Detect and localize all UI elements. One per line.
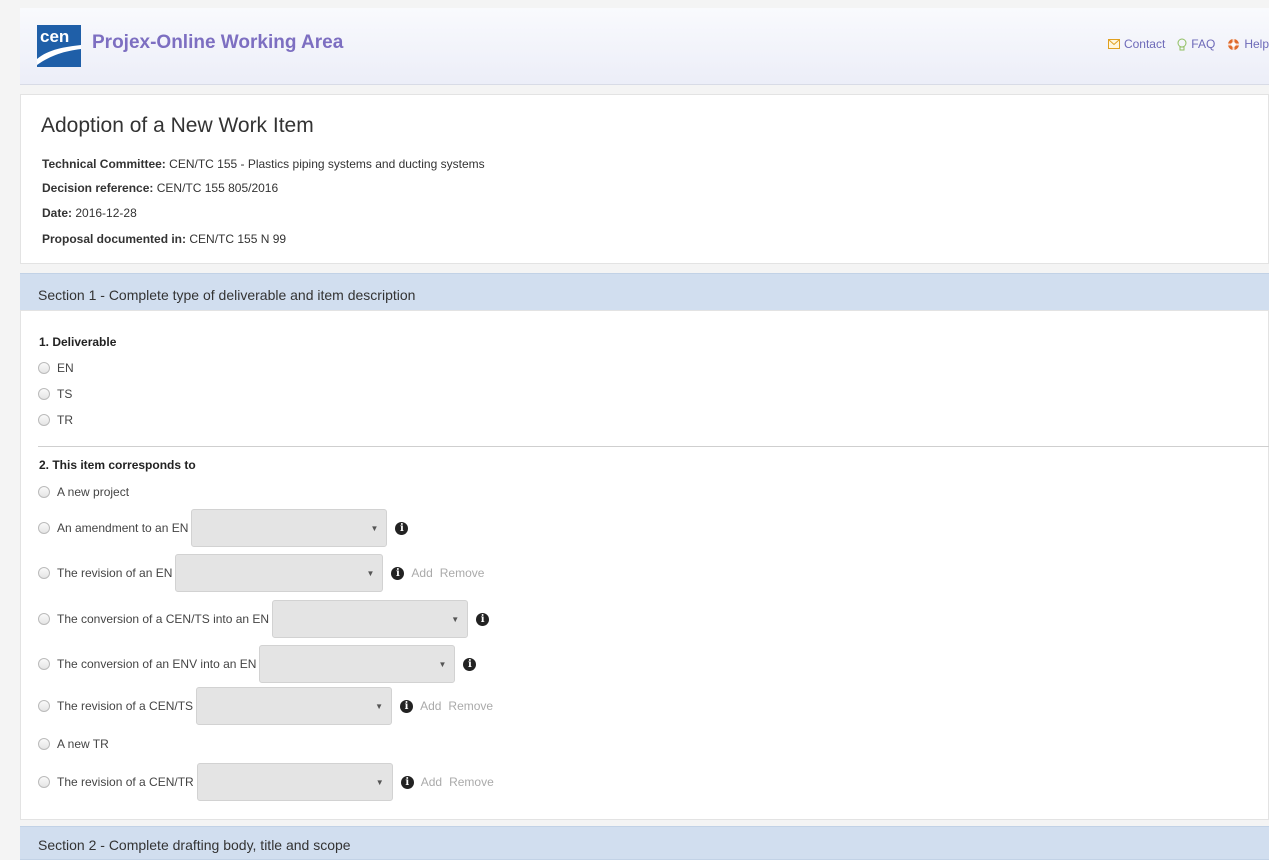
question-deliverable: 1. Deliverable	[39, 335, 117, 349]
top-bar: cen Projex-Online Working Area Contact F…	[20, 8, 1269, 85]
meta-label: Date:	[42, 206, 73, 220]
meta-value: CEN/TC 155 - Plastics piping systems and…	[169, 157, 485, 171]
envelope-icon	[1107, 39, 1120, 49]
meta-value: CEN/TC 155 N 99	[189, 232, 287, 246]
help-link-label: Help	[1244, 37, 1269, 51]
option-label: The revision of an EN	[57, 566, 173, 580]
option-label: TR	[57, 413, 73, 427]
radio-button[interactable]	[38, 776, 50, 788]
radio-button[interactable]	[38, 613, 50, 625]
add-link[interactable]: Add	[420, 699, 441, 713]
caret-down-icon: ▼	[366, 569, 375, 578]
info-icon[interactable]: i	[400, 775, 414, 789]
radio-button[interactable]	[38, 522, 50, 534]
option-label: EN	[57, 361, 74, 375]
option-label: The revision of a CEN/TS	[57, 699, 194, 713]
radio-button[interactable]	[38, 414, 50, 426]
option-label: The conversion of a CEN/TS into an EN	[57, 612, 270, 626]
divider	[38, 446, 1269, 447]
section-1-form: 1. Deliverable EN TS TR 2. This item cor…	[20, 310, 1269, 820]
radio-button[interactable]	[38, 658, 50, 670]
radio-button[interactable]	[38, 388, 50, 400]
revision-cents-select[interactable]: ▼	[196, 687, 393, 725]
conversion-env-select[interactable]: ▼	[259, 645, 456, 683]
info-icon[interactable]: i	[400, 699, 414, 713]
radio-button[interactable]	[38, 700, 50, 712]
option-label: A new project	[57, 485, 130, 499]
radio-button[interactable]	[38, 567, 50, 579]
faq-link[interactable]: FAQ	[1177, 37, 1215, 51]
remove-link[interactable]: Remove	[448, 699, 493, 713]
info-icon[interactable]: i	[463, 657, 477, 671]
radio-button[interactable]	[38, 362, 50, 374]
item-option-revision-centr[interactable]: The revision of a CEN/TR ▼ i Add Remove	[38, 763, 494, 801]
app-title[interactable]: Projex-Online Working Area	[92, 32, 343, 54]
amendment-en-select[interactable]: ▼	[191, 509, 388, 547]
add-link[interactable]: Add	[421, 775, 442, 789]
option-label: TS	[57, 387, 73, 401]
deliverable-option-ts[interactable]: TS	[38, 387, 72, 401]
remove-link[interactable]: Remove	[449, 775, 494, 789]
caret-down-icon: ▼	[438, 660, 447, 669]
meta-technical-committee: Technical Committee: CEN/TC 155 - Plasti…	[42, 157, 485, 171]
item-option-conversion-cents[interactable]: The conversion of a CEN/TS into an EN ▼ …	[38, 600, 490, 638]
contact-link-label: Contact	[1123, 37, 1166, 51]
question-item-corresponds: 2. This item corresponds to	[39, 458, 196, 472]
lifebuoy-icon	[1227, 38, 1240, 51]
radio-button[interactable]	[38, 486, 50, 498]
caret-down-icon: ▼	[370, 524, 379, 533]
help-link[interactable]: Help	[1227, 37, 1269, 51]
item-option-new-tr[interactable]: A new TR	[38, 737, 109, 751]
remove-link[interactable]: Remove	[440, 566, 485, 580]
meta-value: CEN/TC 155 805/2016	[156, 181, 279, 195]
meta-label: Decision reference:	[42, 181, 154, 195]
item-option-new-project[interactable]: A new project	[38, 485, 129, 499]
option-label: The revision of a CEN/TR	[57, 775, 194, 789]
proposal-header-card: Adoption of a New Work Item Technical Co…	[20, 94, 1269, 264]
revision-centr-select[interactable]: ▼	[196, 763, 393, 801]
meta-label: Proposal documented in:	[42, 232, 187, 246]
caret-down-icon: ▼	[375, 778, 384, 787]
item-option-revision-cents[interactable]: The revision of a CEN/TS ▼ i Add Remove	[38, 687, 493, 725]
info-icon[interactable]: i	[395, 521, 409, 535]
meta-value: 2016-12-28	[75, 206, 137, 220]
option-label: An amendment to an EN	[57, 521, 189, 535]
caret-down-icon: ▼	[375, 702, 384, 711]
section-2-header[interactable]: Section 2 - Complete drafting body, titl…	[20, 826, 1269, 860]
meta-label: Technical Committee:	[42, 157, 166, 171]
conversion-cents-select[interactable]: ▼	[272, 600, 469, 638]
option-label: The conversion of an ENV into an EN	[57, 657, 257, 671]
cen-logo-icon[interactable]: cen	[37, 25, 81, 67]
info-icon[interactable]: i	[476, 612, 490, 626]
svg-text:cen: cen	[40, 27, 69, 46]
item-option-amendment-en[interactable]: An amendment to an EN ▼ i	[38, 509, 409, 547]
radio-button[interactable]	[38, 738, 50, 750]
add-link[interactable]: Add	[411, 566, 432, 580]
contact-link[interactable]: Contact	[1107, 37, 1166, 51]
item-option-revision-en[interactable]: The revision of an EN ▼ i Add Remove	[38, 554, 484, 592]
page-title: Adoption of a New Work Item	[41, 114, 314, 137]
meta-date: Date: 2016-12-28	[42, 206, 137, 220]
section-1-header[interactable]: Section 1 - Complete type of deliverable…	[20, 273, 1269, 312]
meta-decision-reference: Decision reference: CEN/TC 155 805/2016	[42, 181, 278, 195]
faq-link-label: FAQ	[1191, 37, 1216, 51]
lightbulb-icon	[1177, 38, 1187, 51]
deliverable-option-en[interactable]: EN	[38, 361, 74, 375]
deliverable-option-tr[interactable]: TR	[38, 413, 73, 427]
top-links: Contact FAQ Help	[1107, 37, 1269, 51]
meta-proposal-documented: Proposal documented in: CEN/TC 155 N 99	[42, 232, 286, 246]
item-option-conversion-env[interactable]: The conversion of an ENV into an EN ▼ i	[38, 645, 477, 683]
option-label: A new TR	[57, 737, 109, 751]
revision-en-select[interactable]: ▼	[175, 554, 384, 592]
info-icon[interactable]: i	[391, 566, 405, 580]
caret-down-icon: ▼	[451, 615, 460, 624]
